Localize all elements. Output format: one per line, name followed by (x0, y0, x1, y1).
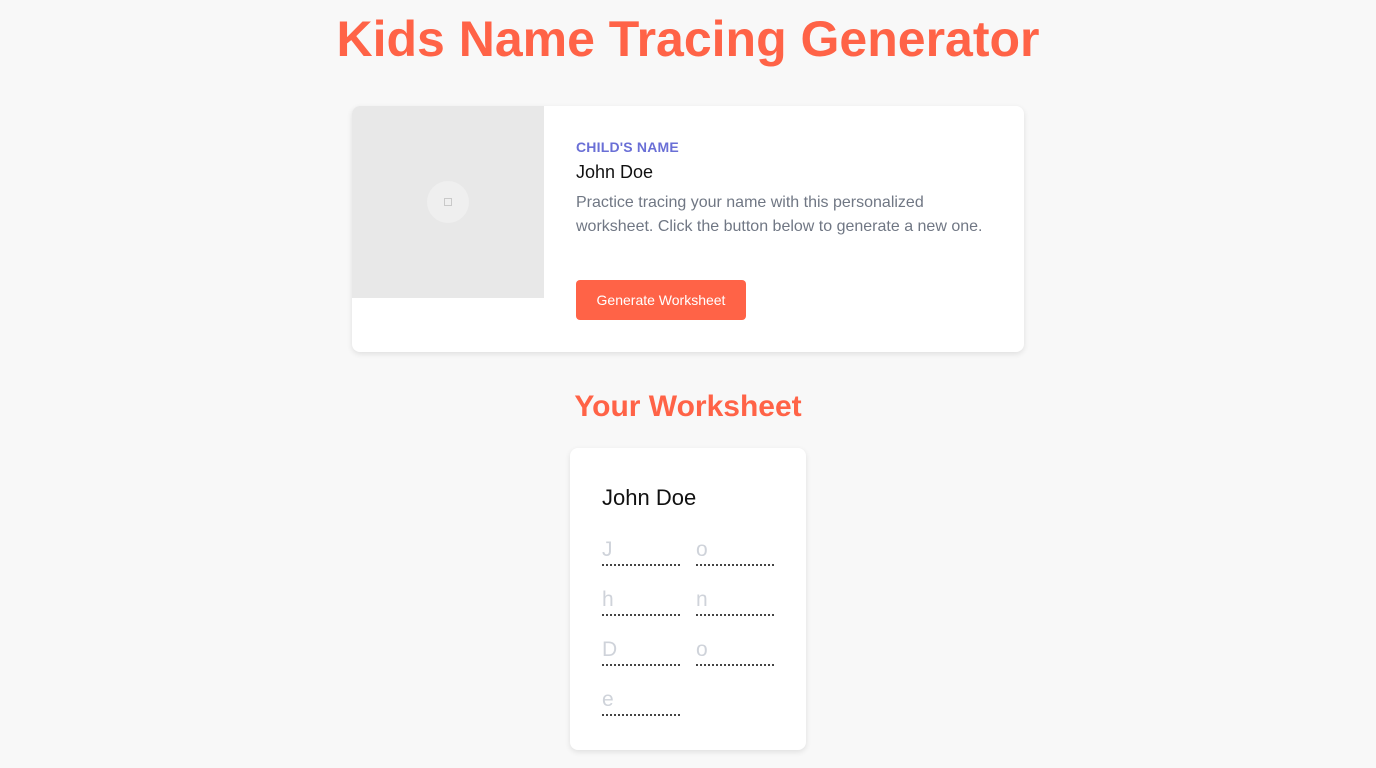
child-name-card: CHILD'S NAME John Doe Practice tracing y… (352, 106, 1024, 352)
trace-letter: D (602, 638, 680, 666)
image-placeholder-icon (427, 181, 469, 223)
child-name-value: John Doe (576, 162, 654, 182)
trace-letter: n (696, 588, 774, 616)
trace-letter: o (696, 538, 774, 566)
generate-worksheet-button[interactable]: Generate Worksheet (576, 280, 746, 320)
image-placeholder (352, 106, 544, 298)
page-title: Kids Name Tracing Generator (336, 11, 1040, 67)
card-description: Practice tracing your name with this per… (576, 194, 983, 235)
trace-letter: e (602, 688, 680, 716)
worksheet-section-title: Your Worksheet (574, 390, 802, 423)
worksheet-card: John Doe J o h n D o e (570, 448, 806, 750)
trace-letter: J (602, 538, 680, 566)
trace-letter: h (602, 588, 680, 616)
trace-letter: o (696, 638, 774, 666)
worksheet-name: John Doe (602, 485, 697, 510)
child-name-label: CHILD'S NAME (576, 139, 679, 155)
